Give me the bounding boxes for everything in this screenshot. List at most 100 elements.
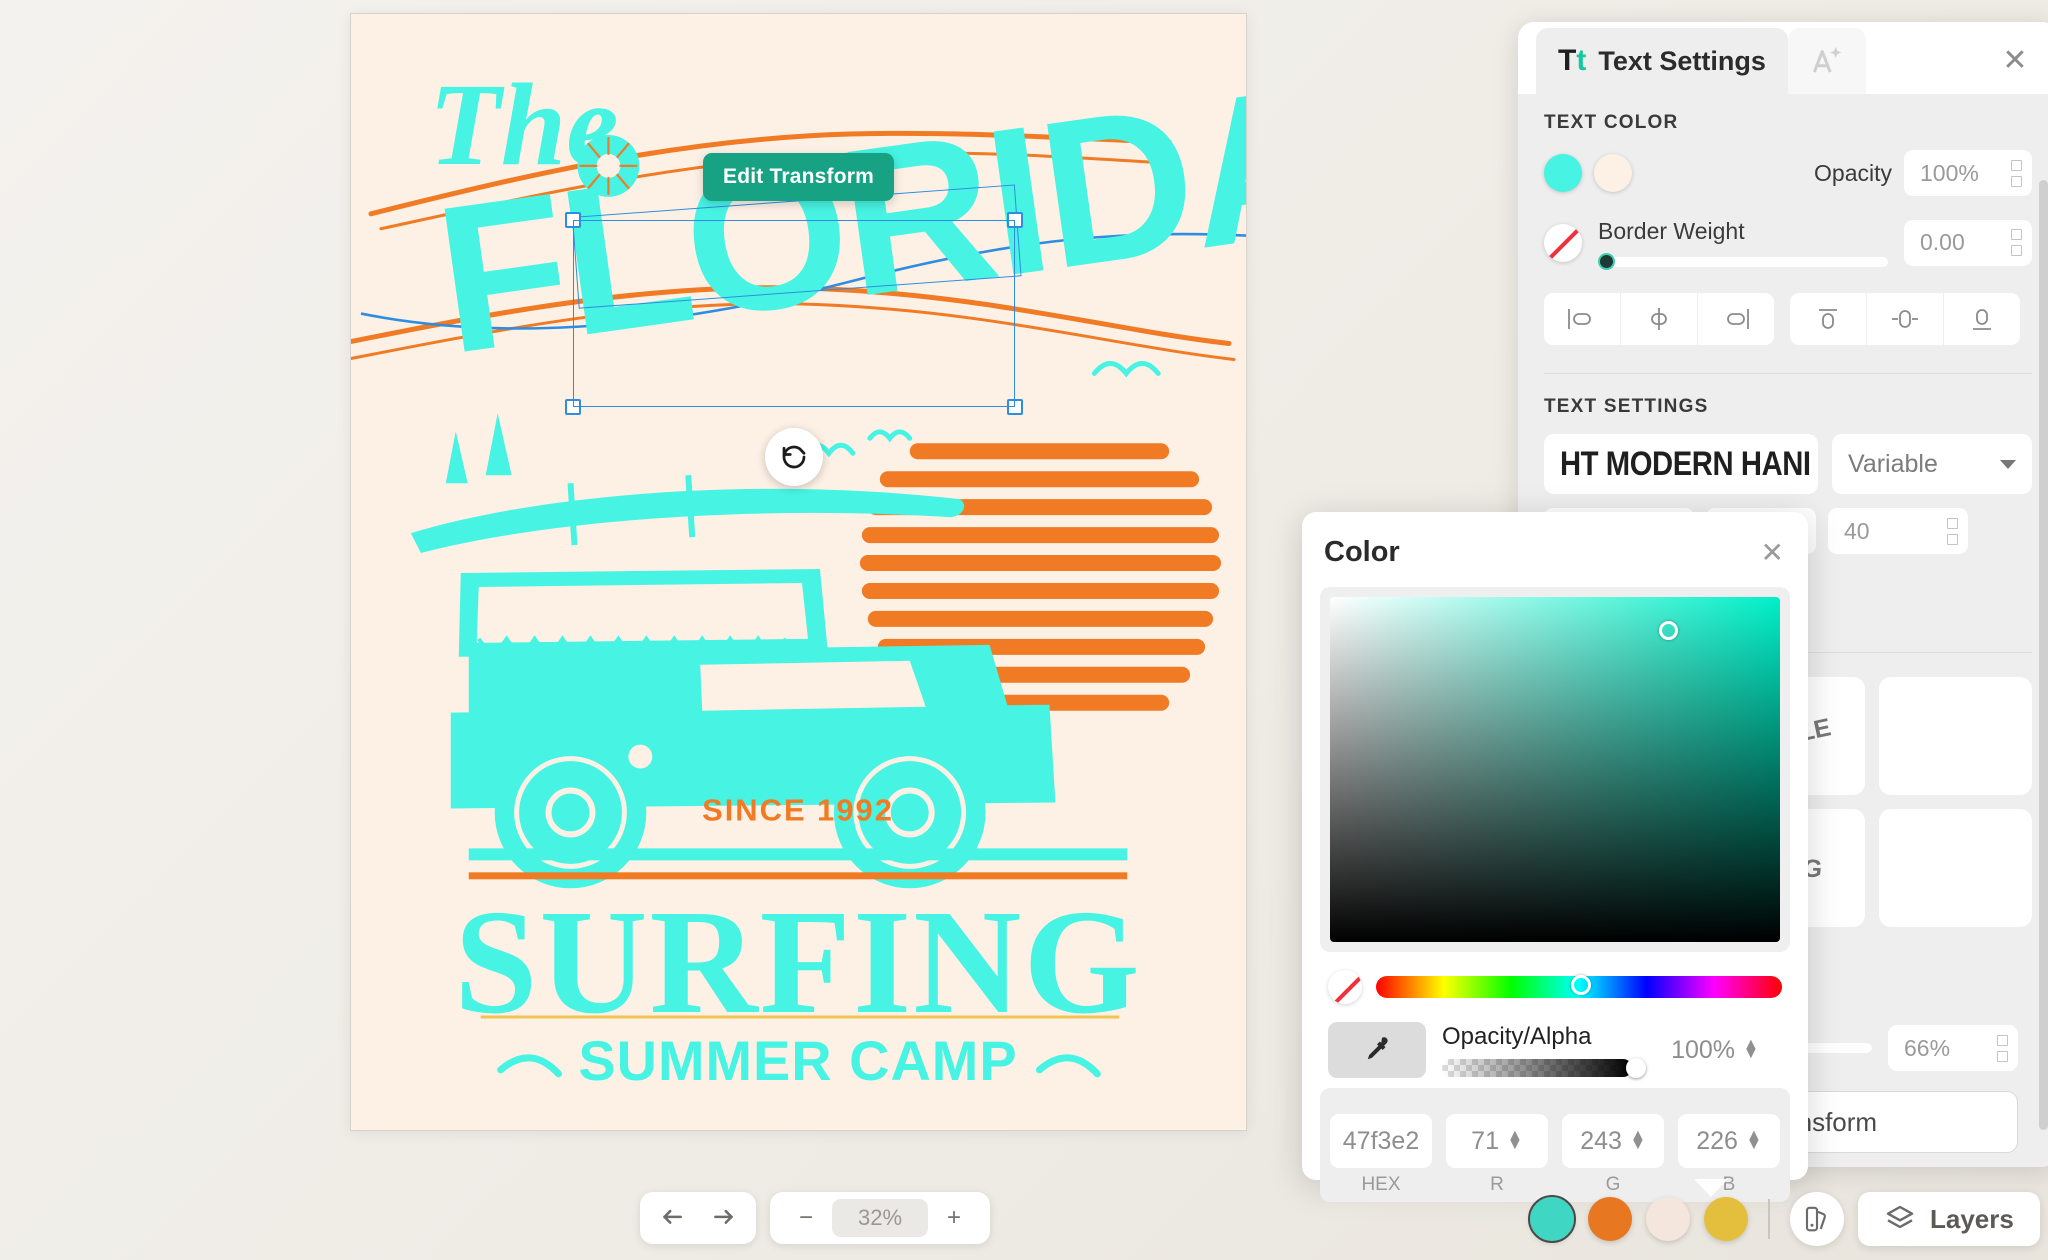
transform-stepper[interactable] xyxy=(1997,1034,2008,1062)
r-spinner[interactable]: ▲ ▼ xyxy=(1507,1128,1523,1152)
align-top-button[interactable] xyxy=(1790,293,1866,345)
alpha-slider[interactable] xyxy=(1442,1058,1647,1078)
align-center-icon xyxy=(1651,308,1667,330)
border-weight-stepper[interactable] xyxy=(2011,229,2022,256)
shape-placeholder-1[interactable] xyxy=(1878,677,2032,795)
font-style-select[interactable]: Variable xyxy=(1832,434,2032,494)
color-picker-dialog: Color ✕ Opacity/Alpha 100% ▲ ▼ 47f3e2 HE… xyxy=(1302,512,1808,1202)
g-spinner[interactable]: ▲ ▼ xyxy=(1630,1128,1646,1152)
r-caption: R xyxy=(1490,1174,1504,1195)
hex-caption: HEX xyxy=(1361,1174,1401,1195)
palette-dot-cream[interactable] xyxy=(1646,1197,1690,1241)
palette-bar: Layers xyxy=(1528,1192,2040,1246)
r-field[interactable]: 71 ▲ ▼ xyxy=(1446,1114,1548,1168)
text-color-swatch-primary[interactable] xyxy=(1544,154,1582,192)
shape-placeholder-2[interactable] xyxy=(1878,809,2032,927)
selection-handle-tr[interactable] xyxy=(1007,212,1023,228)
r-value: 71 xyxy=(1471,1126,1499,1155)
hex-field[interactable]: 47f3e2 xyxy=(1330,1114,1432,1168)
layers-icon xyxy=(1886,1205,1914,1229)
saturation-value-cursor[interactable] xyxy=(1658,621,1678,641)
canvas-area[interactable]: The FLORIDA SINCE 1992 SURFING SUMMER CA… xyxy=(0,0,1500,1180)
hue-slider[interactable] xyxy=(1376,975,1782,998)
zoom-in-button[interactable]: + xyxy=(932,1198,976,1238)
saturation-value-wrapper xyxy=(1320,587,1790,952)
alpha-label: Opacity/Alpha xyxy=(1442,1023,1592,1050)
line-height-stepper[interactable] xyxy=(1947,517,1958,545)
undo-button[interactable] xyxy=(654,1198,698,1238)
align-middle-button[interactable] xyxy=(1867,293,1943,345)
alpha-spinner[interactable]: ▲ ▼ xyxy=(1743,1037,1759,1061)
tt-icon: Tt xyxy=(1558,44,1587,77)
b-value: 226 xyxy=(1696,1126,1738,1155)
opacity-field[interactable]: 100% xyxy=(1904,150,2032,196)
align-right-button[interactable] xyxy=(1698,293,1774,345)
align-left-icon xyxy=(1568,309,1591,329)
b-field[interactable]: 226 ▲ ▼ xyxy=(1678,1114,1780,1168)
align-left-button[interactable] xyxy=(1544,293,1620,345)
alpha-value: 100% xyxy=(1671,1035,1736,1064)
b-spinner[interactable]: ▲ ▼ xyxy=(1746,1128,1762,1152)
redo-arrow-icon xyxy=(714,1209,733,1224)
color-dialog-close-button[interactable]: ✕ xyxy=(1761,538,1784,566)
font-family-select[interactable]: HT MODERN HANI xyxy=(1544,434,1818,494)
chevron-down-icon-2 xyxy=(2000,459,2016,469)
g-field[interactable]: 243 ▲ ▼ xyxy=(1562,1114,1664,1168)
zoom-out-button[interactable]: − xyxy=(784,1198,828,1238)
ai-text-effects-icon xyxy=(1812,46,1842,73)
selection-handle-br[interactable] xyxy=(1007,399,1023,415)
border-weight-slider-knob[interactable] xyxy=(1598,253,1615,270)
border-weight-field[interactable]: 0.00 xyxy=(1904,219,2032,266)
saturation-value-area[interactable] xyxy=(1330,597,1780,942)
tab-text-settings[interactable]: Tt Text Settings xyxy=(1536,28,1788,94)
text-color-row: Opacity 100% xyxy=(1544,150,2032,196)
color-dialog-title: Color xyxy=(1324,536,1400,568)
palette-dot-teal[interactable] xyxy=(1528,1195,1576,1243)
border-weight-slider[interactable] xyxy=(1598,253,1888,270)
zoom-level-value[interactable]: 32% xyxy=(832,1199,928,1237)
opacity-label: Opacity xyxy=(1814,159,1892,186)
transform-percent-field[interactable]: 66% xyxy=(1888,1025,2018,1071)
border-color-no-color-icon[interactable] xyxy=(1544,223,1582,262)
redo-button[interactable] xyxy=(698,1198,742,1238)
hue-row xyxy=(1320,970,1790,1004)
tab-text-effects[interactable] xyxy=(1787,28,1866,94)
text-color-section-label: TEXT COLOR xyxy=(1544,112,1679,133)
hex-cell: 47f3e2 HEX xyxy=(1330,1114,1432,1196)
panel-tab-bar: Tt Text Settings ✕ xyxy=(1518,22,2048,94)
history-group xyxy=(640,1192,756,1244)
selection-handle-tl[interactable] xyxy=(565,212,581,228)
color-palette-button[interactable] xyxy=(1790,1192,1844,1246)
svg-text:SINCE 1992: SINCE 1992 xyxy=(702,792,894,827)
horizontal-align-group xyxy=(1544,293,1774,345)
r-cell: 71 ▲ ▼ R xyxy=(1446,1114,1548,1196)
align-bottom-button[interactable] xyxy=(1944,293,2020,345)
font-style-value: Variable xyxy=(1848,449,1938,478)
rotate-handle[interactable] xyxy=(765,428,823,486)
alpha-slider-knob[interactable] xyxy=(1626,1058,1647,1078)
layers-label: Layers xyxy=(1930,1203,2014,1234)
palette-dot-orange[interactable] xyxy=(1588,1197,1632,1241)
eyedropper-icon xyxy=(1367,1037,1388,1060)
svg-text:SUMMER CAMP: SUMMER CAMP xyxy=(578,1029,1017,1092)
panel-scrollbar[interactable] xyxy=(2039,180,2048,1130)
no-color-icon[interactable] xyxy=(1328,970,1362,1004)
layers-button[interactable]: Layers xyxy=(1858,1192,2040,1246)
line-height-field[interactable]: 40 xyxy=(1828,508,1968,554)
alpha-value-field[interactable]: 100% ▲ ▼ xyxy=(1648,1023,1782,1077)
close-panel-button[interactable]: ✕ xyxy=(1998,46,2032,80)
g-value: 243 xyxy=(1580,1126,1622,1155)
g-cell: 243 ▲ ▼ G xyxy=(1562,1114,1664,1196)
opacity-stepper[interactable] xyxy=(2011,159,2022,187)
font-family-value: HT MODERN HANI xyxy=(1560,444,1811,483)
alpha-row: Opacity/Alpha 100% ▲ ▼ xyxy=(1320,1022,1790,1078)
eyedropper-button[interactable] xyxy=(1328,1022,1426,1078)
hex-value: 47f3e2 xyxy=(1342,1126,1420,1155)
text-color-swatch-secondary[interactable] xyxy=(1594,154,1632,192)
palette-dot-gold[interactable] xyxy=(1704,1197,1748,1241)
selection-handle-bl[interactable] xyxy=(565,399,581,415)
align-top-icon xyxy=(1819,309,1837,329)
edit-transform-tooltip[interactable]: Edit Transform xyxy=(703,153,894,201)
align-center-button[interactable] xyxy=(1621,293,1697,345)
hue-slider-knob[interactable] xyxy=(1570,975,1591,995)
